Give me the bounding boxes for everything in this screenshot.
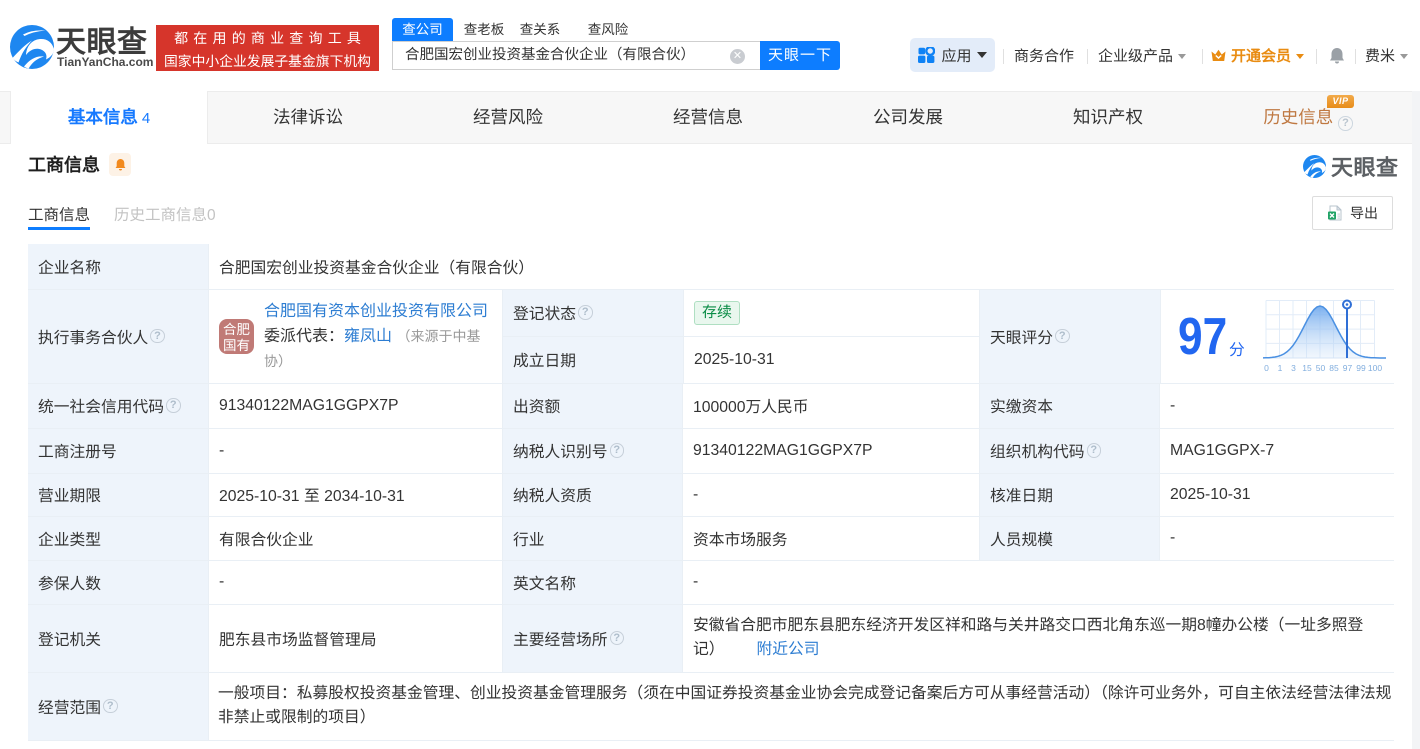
svg-text:85: 85 [1329,363,1339,373]
svg-text:97: 97 [1343,363,1353,373]
svg-text:50: 50 [1316,363,1326,373]
svg-text:15: 15 [1302,363,1312,373]
svg-text:1: 1 [1278,363,1283,373]
svg-text:0: 0 [1264,363,1269,373]
svg-text:3: 3 [1291,363,1296,373]
svg-text:99: 99 [1356,363,1366,373]
svg-text:100: 100 [1368,363,1382,373]
